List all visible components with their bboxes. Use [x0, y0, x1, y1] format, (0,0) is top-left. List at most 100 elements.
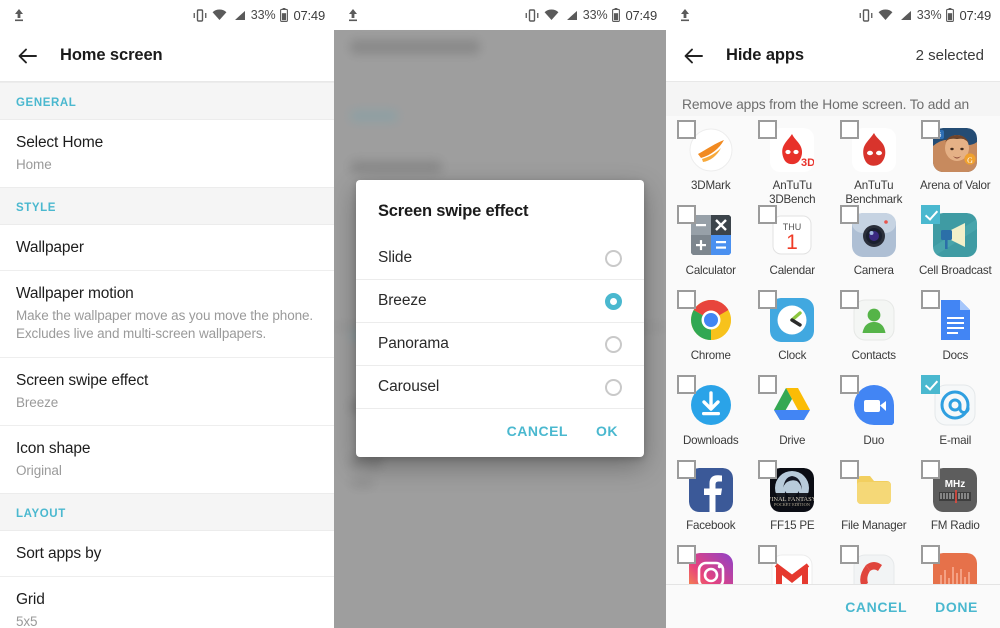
app-cell-file-manager[interactable]: File Manager — [833, 460, 915, 547]
row-title: Sort apps by — [16, 545, 102, 563]
app-checkbox[interactable] — [676, 375, 696, 394]
section-header-general: GENERAL — [0, 82, 334, 120]
cancel-button[interactable]: CANCEL — [845, 599, 907, 615]
option-label: Carousel — [378, 378, 440, 395]
radio-button-panorama[interactable] — [605, 335, 622, 353]
setting-row-wallpaper[interactable]: Wallpaper — [0, 225, 334, 271]
app-cell-gmail[interactable] — [752, 545, 834, 584]
app-cell-antutu-benchmark[interactable]: AnTuTu Benchmark — [833, 120, 915, 207]
app-cell-clock[interactable]: Clock — [752, 290, 834, 377]
setting-row-screen-swipe-effect[interactable]: Screen swipe effect Breeze — [0, 356, 334, 425]
app-checkbox[interactable] — [921, 375, 941, 394]
app-cell-contacts[interactable]: Contacts — [833, 290, 915, 377]
back-arrow-icon[interactable] — [682, 44, 706, 68]
app-checkbox[interactable] — [758, 545, 778, 564]
app-cell-calculator[interactable]: Calculator — [670, 205, 752, 292]
done-button[interactable]: DONE — [935, 599, 978, 615]
app-label: AnTuTu 3DBench — [769, 179, 816, 207]
app-checkbox[interactable] — [839, 205, 859, 224]
app-cell-calendar[interactable]: THU 1 Calendar — [752, 205, 834, 292]
setting-row-grid[interactable]: Grid 5x5 — [0, 576, 334, 628]
dialog-option-panorama[interactable]: Panorama — [356, 323, 644, 366]
app-cell-cell-broadcast[interactable]: Cell Broadcast — [915, 205, 997, 292]
app-checkbox[interactable] — [758, 205, 778, 224]
ok-button[interactable]: OK — [596, 423, 618, 439]
row-title: Icon shape — [16, 439, 91, 457]
app-cell-arena-of-valor[interactable]: G5 Arena of Valor — [915, 120, 997, 207]
dialog-option-slide[interactable]: Slide — [356, 237, 644, 280]
setting-row-icon-shape[interactable]: Icon shape Original — [0, 424, 334, 494]
app-cell-downloads[interactable]: Downloads — [670, 375, 752, 462]
app-cell-drive[interactable]: Drive — [752, 375, 834, 462]
app-cell-phone[interactable] — [833, 545, 915, 584]
app-cell-equalizer[interactable] — [915, 545, 997, 584]
app-checkbox[interactable] — [676, 120, 696, 139]
app-checkbox[interactable] — [921, 545, 941, 564]
vibrate-icon — [859, 8, 873, 22]
section-header-layout: LAYOUT — [0, 493, 334, 532]
app-cell-instagram[interactable] — [670, 545, 752, 584]
back-arrow-icon[interactable] — [16, 44, 40, 68]
setting-row-select-home[interactable]: Select Home Home — [0, 120, 334, 188]
page-title: Home screen — [60, 46, 163, 64]
app-label: Downloads — [682, 434, 739, 447]
app-label: E-mail — [939, 434, 972, 447]
wifi-icon — [544, 9, 559, 21]
radio-button-slide[interactable] — [605, 249, 622, 267]
app-label: File Manager — [841, 519, 907, 532]
app-label: 3DMark — [691, 179, 731, 192]
app-checkbox[interactable] — [676, 205, 696, 224]
row-title: Wallpaper — [16, 239, 84, 257]
svg-text:MHz: MHz — [945, 479, 966, 490]
battery-percent: 33% — [582, 8, 608, 22]
app-label: Clock — [778, 349, 807, 362]
setting-row-sort-apps-by[interactable]: Sort apps by — [0, 531, 334, 577]
selected-count: 2 selected — [915, 47, 984, 64]
dialog-option-breeze[interactable]: Breeze — [356, 280, 644, 323]
app-label: Docs — [942, 349, 969, 362]
app-label: Drive — [779, 434, 806, 447]
svg-text:1: 1 — [786, 231, 798, 254]
dialog-option-carousel[interactable]: Carousel — [356, 366, 644, 409]
app-label: Facebook — [686, 519, 736, 532]
app-cell-duo[interactable]: Duo — [833, 375, 915, 462]
app-checkbox[interactable] — [921, 290, 941, 309]
app-checkbox[interactable] — [921, 205, 941, 224]
app-cell-3dmark[interactable]: 3DMark — [670, 120, 752, 207]
app-checkbox[interactable] — [758, 375, 778, 394]
app-cell-facebook[interactable]: Facebook — [670, 460, 752, 547]
app-checkbox[interactable] — [921, 460, 941, 479]
status-bar-right: 33% 07:49 — [666, 0, 1000, 30]
cancel-button[interactable]: CANCEL — [507, 423, 568, 439]
app-checkbox[interactable] — [758, 460, 778, 479]
battery-icon — [946, 8, 955, 22]
app-checkbox[interactable] — [676, 290, 696, 309]
app-checkbox[interactable] — [921, 120, 941, 139]
app-label: Contacts — [851, 349, 896, 362]
svg-text:3D: 3D — [801, 157, 814, 169]
app-checkbox[interactable] — [676, 545, 696, 564]
app-cell-ff15-pe[interactable]: FINAL FANTASY POCKET EDITION FF15 PE — [752, 460, 834, 547]
app-cell-docs[interactable]: Docs — [915, 290, 997, 377]
app-checkbox[interactable] — [758, 120, 778, 139]
app-checkbox[interactable] — [839, 120, 859, 139]
app-cell-antutu-3dbench[interactable]: 3D AnTuTu 3DBench — [752, 120, 834, 207]
row-title: Grid — [16, 591, 45, 609]
app-checkbox[interactable] — [839, 290, 859, 309]
app-cell-camera[interactable]: Camera — [833, 205, 915, 292]
app-checkbox[interactable] — [758, 290, 778, 309]
radio-button-breeze[interactable] — [605, 292, 622, 310]
section-header-style: STYLE — [0, 187, 334, 226]
app-cell-chrome[interactable]: Chrome — [670, 290, 752, 377]
app-cell-email[interactable]: E-mail — [915, 375, 997, 462]
app-checkbox[interactable] — [676, 460, 696, 479]
radio-button-carousel[interactable] — [605, 378, 622, 396]
upload-icon — [12, 8, 26, 23]
app-checkbox[interactable] — [839, 460, 859, 479]
app-checkbox[interactable] — [839, 545, 859, 564]
app-cell-fm-radio[interactable]: MHz FM Radio — [915, 460, 997, 547]
hide-apps-footer: CANCEL DONE — [666, 584, 1000, 628]
row-title: Select Home — [16, 134, 104, 151]
app-checkbox[interactable] — [839, 375, 859, 394]
setting-row-wallpaper-motion[interactable]: Wallpaper motion Make the wallpaper move… — [0, 270, 334, 357]
